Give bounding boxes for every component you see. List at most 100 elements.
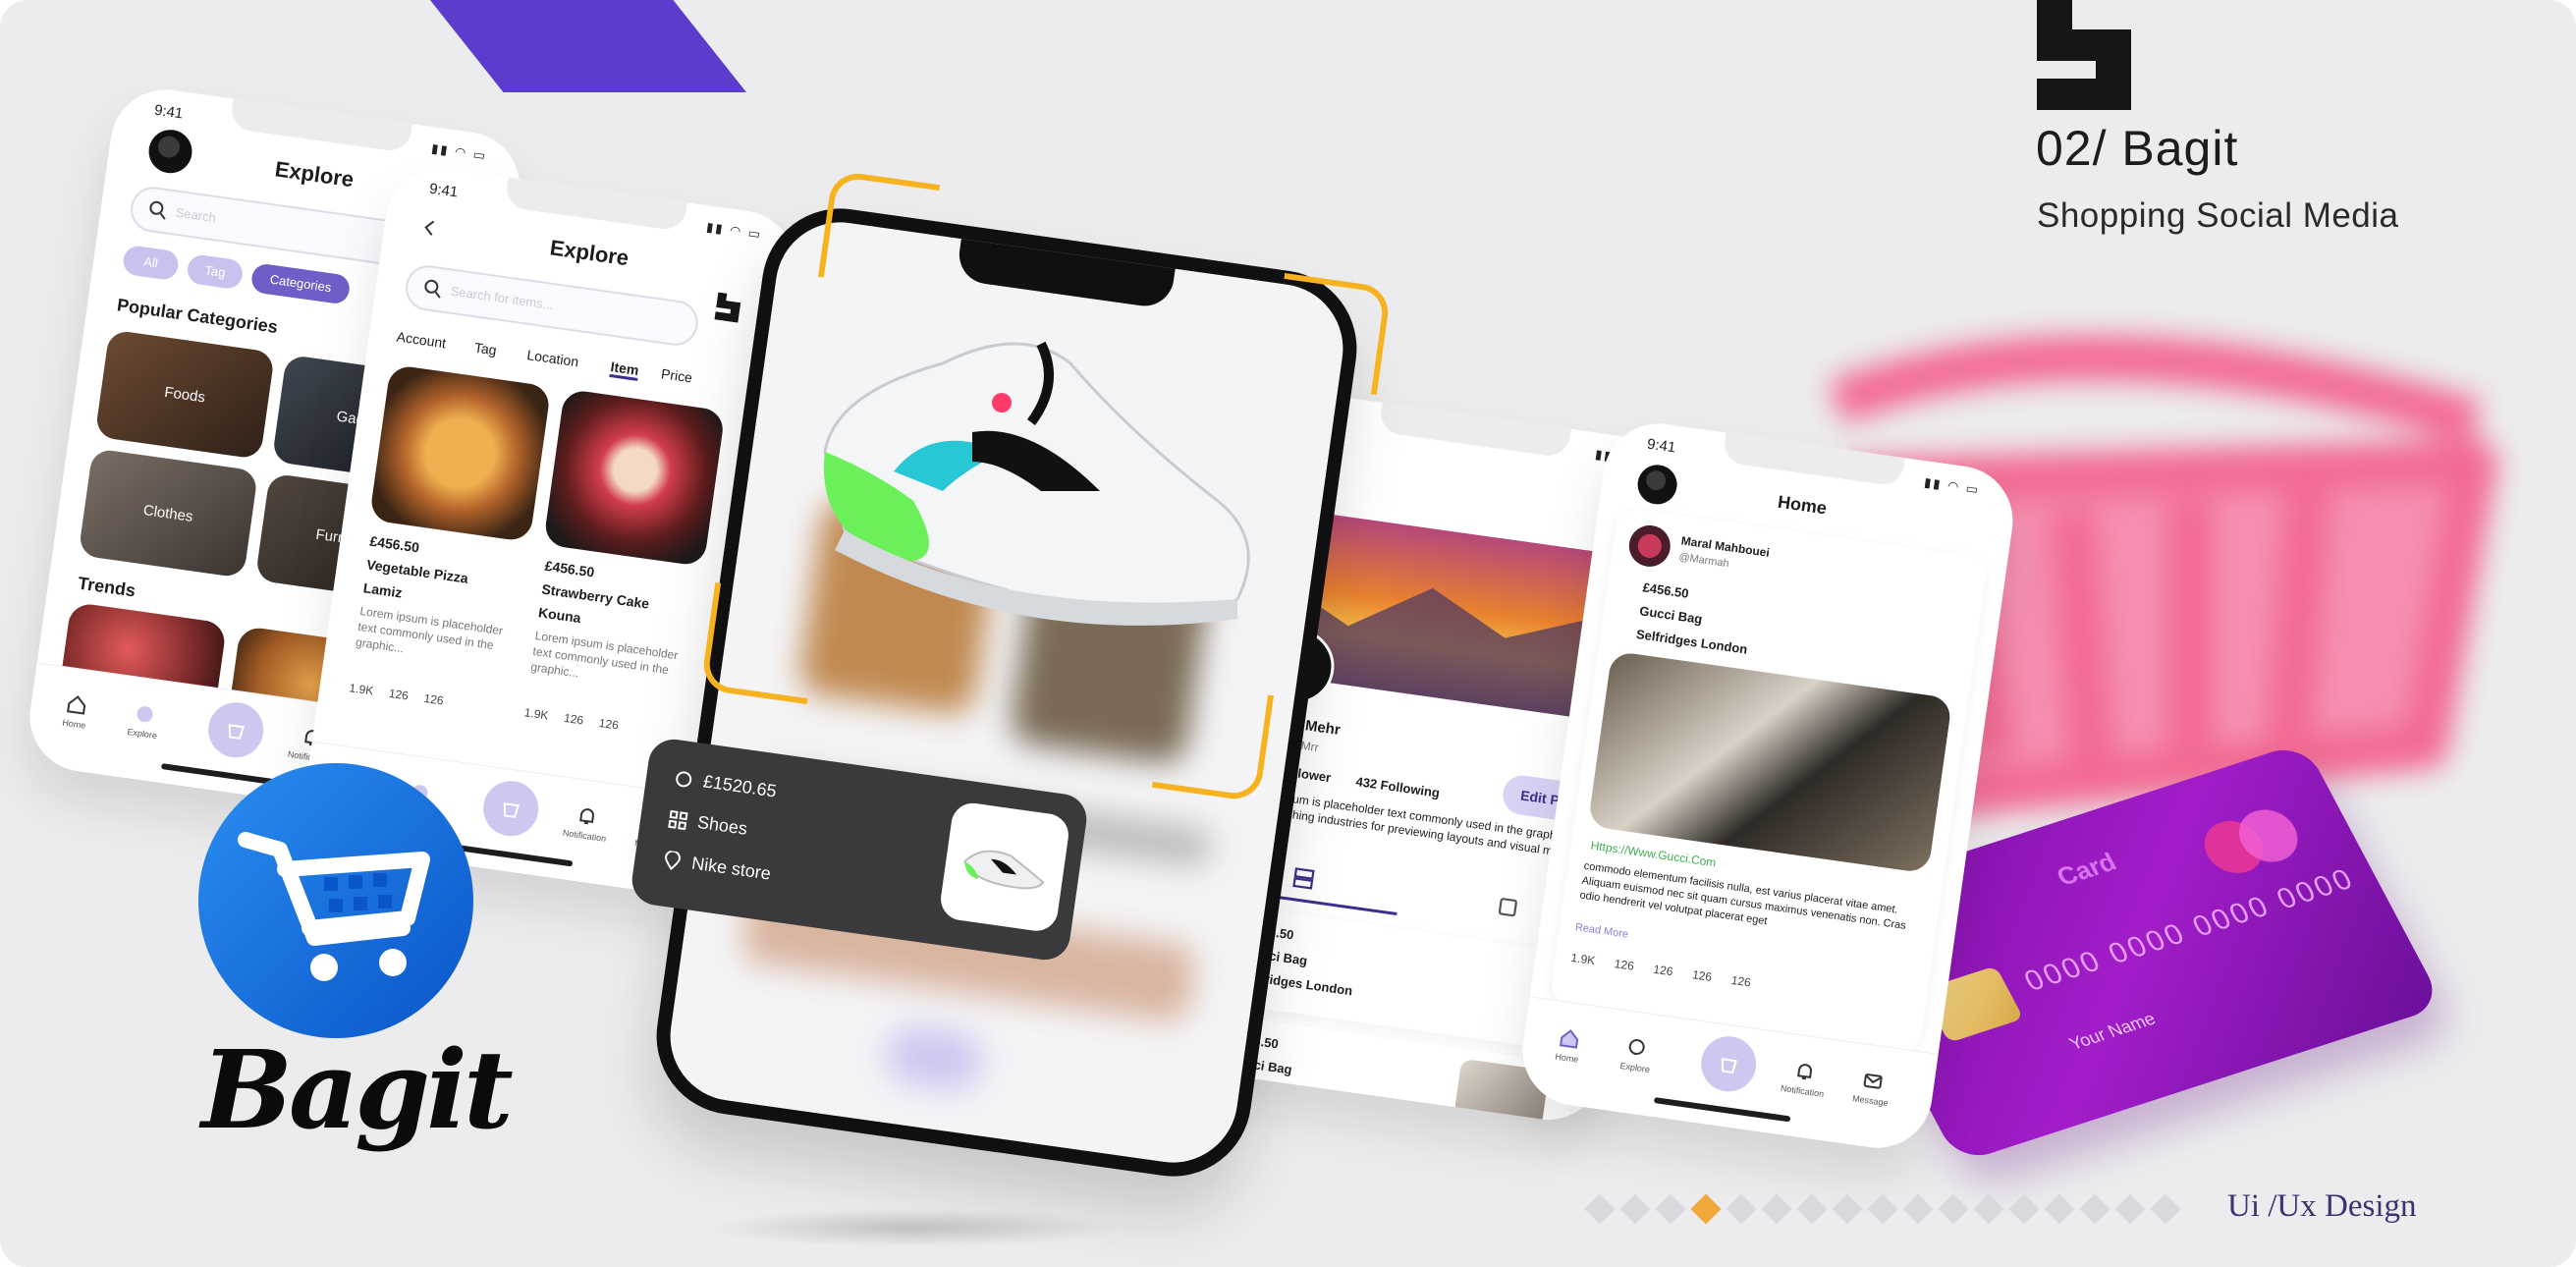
- add-post-button[interactable]: [1697, 1032, 1760, 1095]
- post-item: Gucci Bag: [1638, 603, 1704, 627]
- bag-icon: [503, 802, 520, 818]
- pager-dot[interactable]: [2008, 1193, 2040, 1225]
- views-count[interactable]: 126: [1730, 973, 1752, 990]
- bag-icon: [1721, 1058, 1737, 1074]
- filter-tag[interactable]: Tag: [186, 252, 245, 291]
- avatar[interactable]: [1634, 462, 1680, 507]
- pager-dot[interactable]: [2079, 1193, 2110, 1225]
- tab-item[interactable]: Item: [609, 358, 640, 381]
- page-title: Explore: [548, 235, 630, 271]
- search-placeholder: Search: [174, 204, 217, 226]
- price-tag-icon: [676, 770, 692, 787]
- search-icon: [1628, 1039, 1645, 1056]
- item-desc: Lorem ipsum is placeholder text commonly…: [355, 603, 505, 656]
- following-count[interactable]: 432 Following: [1355, 774, 1441, 800]
- pager-dot[interactable]: [1655, 1193, 1686, 1225]
- message-icon: [1863, 1074, 1883, 1089]
- comments-count[interactable]: 126: [388, 687, 410, 703]
- pager-dot[interactable]: [1902, 1193, 1934, 1225]
- home-icon: [67, 695, 86, 715]
- add-post-button[interactable]: [204, 698, 267, 761]
- project-title: 02/ Bagit: [2036, 121, 2239, 176]
- tab-notification[interactable]: Notification: [1777, 1058, 1833, 1100]
- project-subtitle: Shopping Social Media: [2037, 196, 2399, 235]
- post-author-handle: @Marmah: [1677, 551, 1730, 571]
- category-clothes[interactable]: Clothes: [78, 448, 259, 578]
- product-thumbnail[interactable]: [938, 799, 1071, 934]
- tab-home[interactable]: Home: [48, 690, 104, 733]
- filter-all[interactable]: All: [121, 244, 181, 282]
- filter-categories[interactable]: Categories: [249, 262, 352, 305]
- tab-explore[interactable]: Explore: [1609, 1034, 1665, 1076]
- bagit-logo-icon: [2037, 0, 2131, 110]
- item-price: £456.50: [368, 532, 420, 556]
- status-time: 9:41: [428, 180, 460, 201]
- scan-corner: [699, 581, 823, 705]
- tab-home[interactable]: Home: [1541, 1024, 1597, 1067]
- pager-dot[interactable]: [1973, 1193, 2004, 1225]
- item-image-pizza[interactable]: [368, 363, 552, 543]
- pager-dot[interactable]: [1726, 1193, 1757, 1225]
- scan-corner: [1151, 680, 1275, 803]
- add-post-button[interactable]: [479, 777, 542, 840]
- bag-icon: [228, 724, 245, 740]
- card-network-icon: [2204, 809, 2298, 873]
- pager-dot[interactable]: [1796, 1193, 1828, 1225]
- status-time: 9:41: [153, 101, 185, 123]
- post-author-avatar[interactable]: [1626, 523, 1673, 570]
- status-icons: ▮▮ ◠ ▭: [1923, 474, 1982, 498]
- post-image-bag[interactable]: [1587, 650, 1953, 874]
- pager-dot[interactable]: [1584, 1193, 1616, 1225]
- tab-tag[interactable]: Tag: [473, 340, 498, 358]
- search-input[interactable]: Search for items...: [403, 262, 701, 349]
- pager-dot[interactable]: [1832, 1193, 1863, 1225]
- cart-icon: [198, 763, 473, 1038]
- shares-count[interactable]: 126: [1653, 963, 1674, 979]
- scan-corner: [817, 169, 941, 293]
- pager-dot[interactable]: [2044, 1193, 2075, 1225]
- bagit-logo-icon: [714, 292, 741, 323]
- sneaker-thumbnail-icon: [963, 850, 1045, 890]
- tab-notification[interactable]: Notification: [559, 802, 615, 845]
- pager-dot[interactable]: [1690, 1193, 1722, 1225]
- pager-dot[interactable]: [1761, 1193, 1792, 1225]
- likes-count[interactable]: 1.9K: [349, 681, 374, 697]
- tab-price[interactable]: Price: [660, 365, 693, 385]
- purple-accent-shape: [422, 0, 746, 92]
- pager-dot[interactable]: [2150, 1193, 2181, 1225]
- item-stats: 1.9K 126 126: [523, 705, 620, 732]
- grid-view-icon[interactable]: [1291, 866, 1316, 891]
- item-shop: Kouna: [537, 604, 582, 627]
- tab-account[interactable]: Account: [396, 328, 447, 351]
- likes-count[interactable]: 1.9K: [523, 705, 549, 722]
- home-icon: [1560, 1029, 1579, 1049]
- category-grid-icon: [668, 809, 688, 830]
- saved-icon[interactable]: [1496, 895, 1520, 919]
- showcase-canvas: 02/ Bagit Shopping Social Media Card 000…: [0, 0, 2576, 1267]
- shares-count[interactable]: 126: [423, 691, 445, 708]
- product-store: Nike store: [690, 853, 773, 884]
- saves-count[interactable]: 126: [1691, 967, 1713, 984]
- avatar[interactable]: [145, 127, 195, 177]
- scan-corner: [1269, 272, 1393, 396]
- pager-dot[interactable]: [1619, 1193, 1651, 1225]
- card-brand: Card: [2052, 847, 2121, 892]
- back-icon[interactable]: [418, 217, 441, 240]
- category-foods[interactable]: Foods: [94, 329, 276, 460]
- product-price: £1520.65: [701, 771, 778, 801]
- item-image-cake[interactable]: [542, 388, 726, 568]
- pager-dots: [1584, 1193, 2181, 1225]
- tab-location[interactable]: Location: [526, 347, 580, 369]
- tab-explore[interactable]: Explore: [116, 700, 172, 743]
- tab-message[interactable]: Message: [1844, 1067, 1900, 1109]
- pager-dot[interactable]: [1938, 1193, 1969, 1225]
- comments-count[interactable]: 126: [563, 711, 584, 728]
- pager-dot[interactable]: [1867, 1193, 1898, 1225]
- shares-count[interactable]: 126: [598, 716, 620, 733]
- comments-count[interactable]: 126: [1614, 957, 1635, 973]
- post-location: Selfridges London: [1635, 626, 1749, 657]
- status-time: 9:41: [1646, 435, 1677, 457]
- likes-count[interactable]: 1.9K: [1570, 951, 1596, 967]
- read-more-link[interactable]: Read More: [1574, 921, 1629, 940]
- pager-dot[interactable]: [2114, 1193, 2146, 1225]
